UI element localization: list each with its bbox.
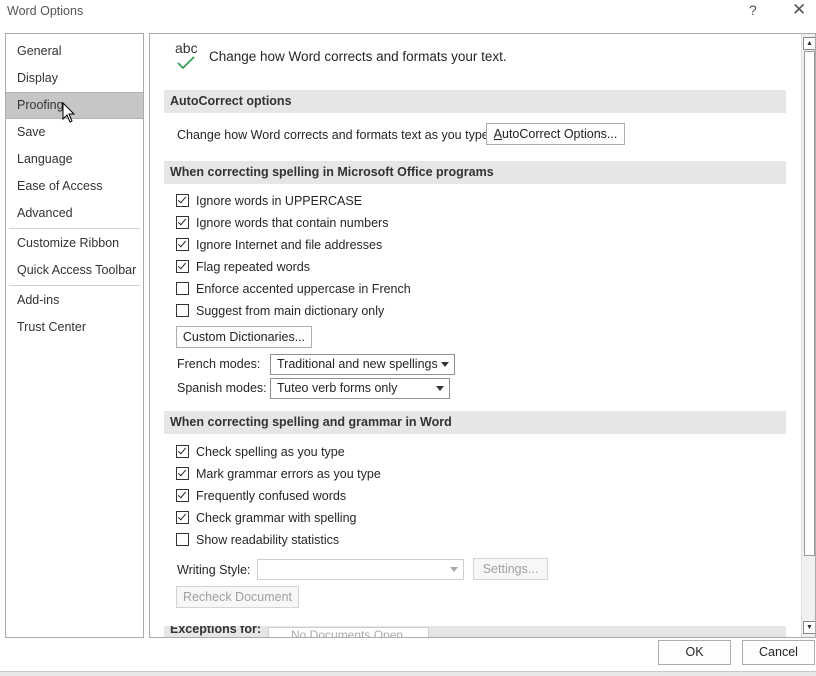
checkbox-label: Check grammar with spelling	[196, 511, 357, 525]
suggest-main-dictionary-checkbox[interactable]: Suggest from main dictionary only	[176, 303, 384, 321]
checkbox-label: Ignore words that contain numbers	[196, 216, 389, 230]
sidebar-item-trust-center[interactable]: Trust Center	[6, 314, 143, 341]
mouse-cursor-icon	[62, 102, 76, 123]
sidebar-item-quick-access-toolbar[interactable]: Quick Access Toolbar	[6, 257, 143, 284]
section-word-spelling-grammar: When correcting spelling and grammar in …	[164, 411, 786, 434]
panel-description: Change how Word corrects and formats you…	[209, 49, 507, 64]
scroll-down-arrow-icon[interactable]: ▼	[803, 621, 815, 634]
checkbox-label: Flag repeated words	[196, 260, 310, 274]
sidebar-item-customize-ribbon[interactable]: Customize Ribbon	[6, 230, 143, 257]
checkbox-box[interactable]	[176, 260, 189, 274]
checkbox-label: Mark grammar errors as you type	[196, 467, 381, 481]
checkbox-box[interactable]	[176, 194, 189, 208]
sidebar-item-add-ins[interactable]: Add-ins	[6, 287, 143, 314]
sidebar-item-general[interactable]: General	[6, 38, 143, 65]
checkbox-box[interactable]	[176, 238, 189, 252]
chevron-down-icon	[450, 567, 458, 572]
window-title: Word Options	[7, 4, 84, 18]
spanish-modes-label: Spanish modes:	[177, 381, 267, 395]
sidebar-divider	[9, 285, 140, 286]
checkbox-box[interactable]	[176, 533, 189, 547]
checkbox-label: Enforce accented uppercase in French	[196, 282, 411, 296]
checkbox-label: Ignore Internet and file addresses	[196, 238, 383, 252]
ignore-internet-addresses-checkbox[interactable]: Ignore Internet and file addresses	[176, 237, 382, 255]
checkbox-label: Check spelling as you type	[196, 445, 345, 459]
writing-style-label: Writing Style:	[177, 563, 251, 577]
writing-style-settings-button[interactable]: Settings...	[473, 558, 548, 580]
checkbox-box[interactable]	[176, 304, 189, 318]
cancel-button[interactable]: Cancel	[742, 640, 815, 665]
sidebar-item-ease-of-access[interactable]: Ease of Access	[6, 173, 143, 200]
french-modes-value: Traditional and new spellings	[277, 357, 438, 371]
spanish-modes-value: Tuteo verb forms only	[277, 381, 398, 395]
french-modes-dropdown[interactable]: Traditional and new spellings	[270, 354, 455, 375]
french-modes-label: French modes:	[177, 357, 261, 371]
options-panel: abc Change how Word corrects and formats…	[149, 33, 816, 638]
autocorrect-options-button[interactable]: AutoCorrect Options...	[486, 123, 625, 145]
abc-icon-text: abc	[175, 40, 198, 56]
mark-grammar-errors-checkbox[interactable]: Mark grammar errors as you type	[176, 466, 381, 484]
autocorrect-description: Change how Word corrects and formats tex…	[177, 128, 493, 142]
show-readability-statistics-checkbox[interactable]: Show readability statistics	[176, 532, 339, 550]
ok-button[interactable]: OK	[658, 640, 731, 665]
checkbox-box[interactable]	[176, 216, 189, 230]
window-bottom-edge	[0, 671, 816, 676]
recheck-document-button[interactable]: Recheck Document	[176, 586, 299, 608]
checkbox-label: Show readability statistics	[196, 533, 340, 547]
check-grammar-with-spelling-checkbox[interactable]: Check grammar with spelling	[176, 510, 356, 528]
checkbox-box[interactable]	[176, 445, 189, 459]
ignore-numbers-checkbox[interactable]: Ignore words that contain numbers	[176, 215, 388, 233]
checkbox-box[interactable]	[176, 467, 189, 481]
enforce-accented-uppercase-checkbox[interactable]: Enforce accented uppercase in French	[176, 281, 411, 299]
frequently-confused-words-checkbox[interactable]: Frequently confused words	[176, 488, 346, 506]
sidebar-divider	[9, 228, 140, 229]
section-office-spelling: When correcting spelling in Microsoft Of…	[164, 161, 786, 184]
exceptions-label: Exceptions for:	[170, 626, 261, 636]
checkbox-label: Ignore words in UPPERCASE	[196, 194, 363, 208]
sidebar-item-display[interactable]: Display	[6, 65, 143, 92]
scrollbar-thumb[interactable]	[804, 51, 815, 556]
check-spelling-as-you-type-checkbox[interactable]: Check spelling as you type	[176, 444, 345, 462]
exceptions-value: No Documents Open	[291, 628, 404, 638]
chevron-down-icon	[441, 362, 449, 367]
chevron-down-icon	[436, 386, 444, 391]
checkbox-box[interactable]	[176, 511, 189, 525]
sidebar-item-language[interactable]: Language	[6, 146, 143, 173]
vertical-scrollbar[interactable]: ▲ ▼	[801, 34, 815, 637]
proofing-abc-check-icon: abc	[174, 40, 204, 70]
checkmark-icon	[177, 56, 195, 70]
spanish-modes-dropdown[interactable]: Tuteo verb forms only	[270, 378, 450, 399]
checkbox-label: Frequently confused words	[196, 489, 347, 503]
exceptions-dropdown[interactable]: No Documents Open	[268, 627, 429, 638]
title-bar: Word Options ? ✕	[0, 0, 816, 26]
section-exceptions: Exceptions for: No Documents Open	[164, 626, 786, 638]
checkbox-box[interactable]	[176, 489, 189, 503]
close-icon[interactable]: ✕	[792, 0, 806, 20]
checkbox-box[interactable]	[176, 282, 189, 296]
sidebar-item-advanced[interactable]: Advanced	[6, 200, 143, 227]
section-autocorrect-options: AutoCorrect options	[164, 90, 786, 113]
flag-repeated-words-checkbox[interactable]: Flag repeated words	[176, 259, 310, 277]
ignore-uppercase-checkbox[interactable]: Ignore words in UPPERCASE	[176, 193, 362, 211]
help-icon[interactable]: ?	[749, 2, 757, 18]
checkbox-label: Suggest from main dictionary only	[196, 304, 385, 318]
scroll-up-arrow-icon[interactable]: ▲	[803, 37, 815, 50]
writing-style-dropdown[interactable]	[257, 559, 464, 580]
custom-dictionaries-button[interactable]: Custom Dictionaries...	[176, 326, 312, 348]
